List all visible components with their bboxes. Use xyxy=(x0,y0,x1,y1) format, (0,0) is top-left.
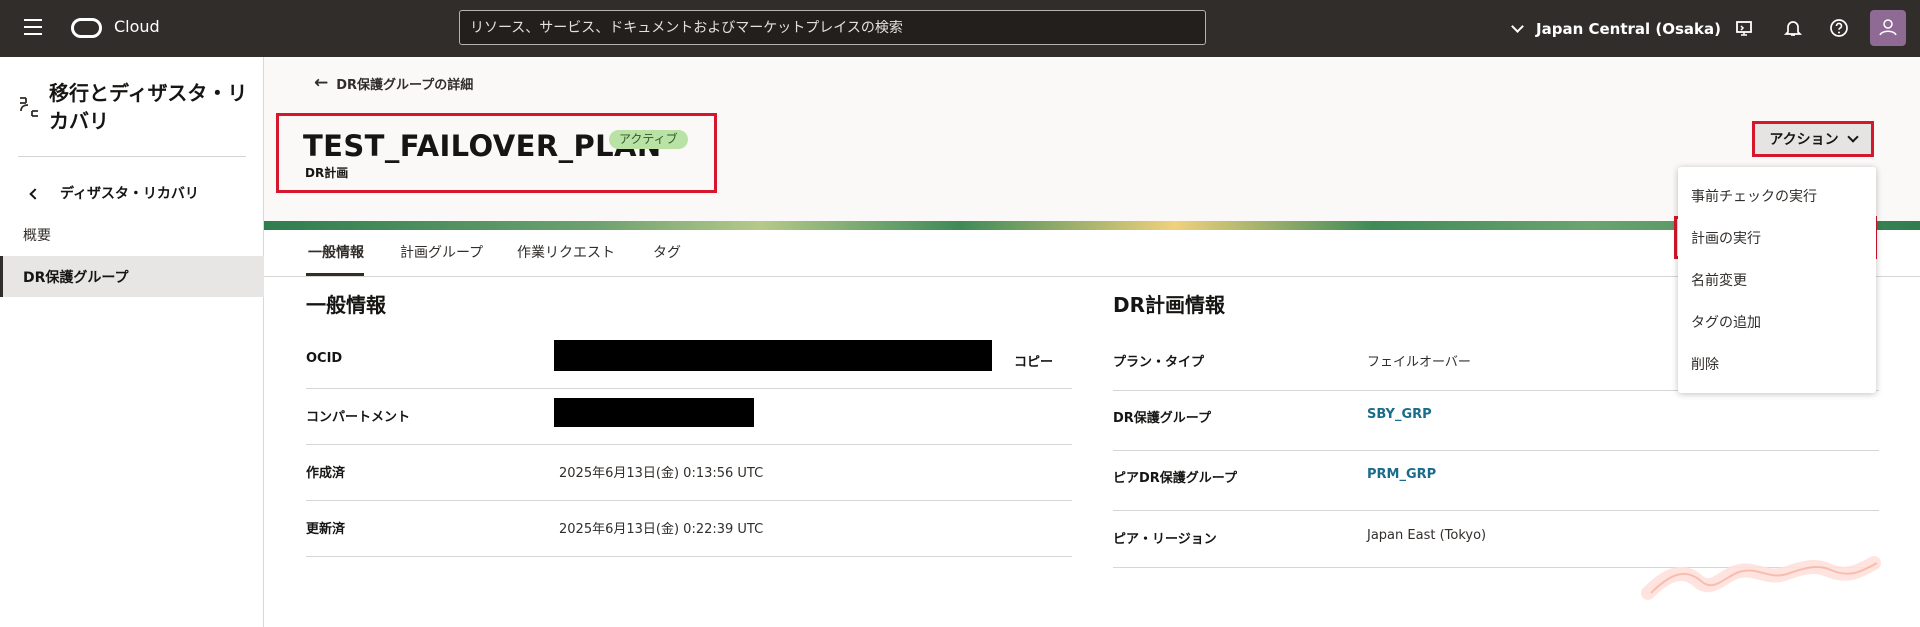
sidebar-item-overview[interactable]: 概要 xyxy=(23,225,51,245)
tab-work-requests[interactable]: 作業リクエスト xyxy=(517,242,615,262)
dr-plan-info-title: DR計画情報 xyxy=(1113,293,1226,317)
tab-general-info[interactable]: 一般情報 xyxy=(308,242,364,262)
updated-value: 2025年6月13日(金) 0:22:39 UTC xyxy=(559,522,764,537)
created-value: 2025年6月13日(金) 0:13:56 UTC xyxy=(559,466,764,481)
created-label: 作成済 xyxy=(306,466,346,481)
general-info-title: 一般情報 xyxy=(306,293,386,317)
watermark-logo xyxy=(1641,556,1881,600)
plan-type-label: プラン・タイプ xyxy=(1113,355,1205,370)
menu-item-run-precheck[interactable]: 事前チェックの実行 xyxy=(1691,186,1817,206)
region-label: Japan Central (Osaka) xyxy=(1536,20,1721,38)
disaster-recovery-back-link[interactable]: ディザスタ・リカバリ xyxy=(60,183,199,203)
help-icon[interactable] xyxy=(1829,18,1849,38)
dr-group-label: DR保護グループ xyxy=(1113,411,1212,426)
peer-dr-group-link[interactable]: PRM_GRP xyxy=(1367,467,1436,482)
chevron-left-icon[interactable] xyxy=(29,188,41,200)
actions-label: アクション xyxy=(1769,132,1839,148)
sidebar-item-dr-protection-groups[interactable]: DR保護グループ xyxy=(0,256,264,297)
row-divider xyxy=(306,500,1072,501)
decorative-banner xyxy=(264,221,1920,230)
tab-tags[interactable]: タグ xyxy=(653,242,681,262)
peer-dr-group-label: ピアDR保護グループ xyxy=(1113,471,1238,486)
copy-ocid-link[interactable]: コピー xyxy=(1014,351,1053,370)
details-tabs: 一般情報 計画グループ 作業リクエスト タグ xyxy=(264,230,1920,277)
peer-region-value: Japan East (Tokyo) xyxy=(1367,528,1487,543)
compartment-label: コンパートメント xyxy=(306,410,411,425)
redacted-ocid xyxy=(554,340,992,371)
menu-icon[interactable] xyxy=(24,19,42,35)
migration-service-icon xyxy=(20,97,38,117)
menu-item-delete[interactable]: 削除 xyxy=(1691,354,1719,374)
oracle-logo-icon[interactable] xyxy=(71,18,102,38)
ocid-label: OCID xyxy=(306,351,343,366)
row-divider xyxy=(1113,450,1879,451)
status-badge: アクティブ xyxy=(609,130,688,149)
tab-plan-groups[interactable]: 計画グループ xyxy=(400,242,483,262)
main-content: ← DR保護グループの詳細 TEST_FAILOVER_PLAN アクティブ D… xyxy=(264,57,1920,627)
user-avatar[interactable] xyxy=(1870,10,1906,46)
active-tab-indicator xyxy=(306,273,364,276)
arrow-left-icon: ← xyxy=(314,73,329,93)
redacted-compartment xyxy=(554,398,754,427)
search-field[interactable] xyxy=(459,10,1206,45)
actions-button[interactable]: アクション xyxy=(1752,121,1874,157)
plan-type-value: フェイルオーバー xyxy=(1367,355,1471,370)
page-title: TEST_FAILOVER_PLAN xyxy=(303,129,662,163)
search-input[interactable] xyxy=(470,20,1195,36)
back-to-dr-group-details[interactable]: ← DR保護グループの詳細 xyxy=(314,73,473,93)
left-sidebar: 移行とディザスタ・リカバリ ディザスタ・リカバリ 概要 DR保護グループ xyxy=(0,57,264,627)
row-divider xyxy=(1113,510,1879,511)
resource-type-label: DR計画 xyxy=(305,166,349,180)
top-navigation-bar: Cloud Japan Central (Osaka) xyxy=(0,0,1920,57)
cloud-shell-icon[interactable] xyxy=(1734,18,1754,38)
actions-dropdown-menu: 事前チェックの実行 計画の実行 名前変更 タグの追加 削除 xyxy=(1678,167,1876,393)
row-divider xyxy=(306,388,1072,389)
chevron-down-icon xyxy=(1511,20,1524,33)
breadcrumb-label: DR保護グループの詳細 xyxy=(336,77,474,93)
menu-item-rename[interactable]: 名前変更 xyxy=(1691,270,1747,290)
menu-item-add-tags[interactable]: タグの追加 xyxy=(1691,312,1761,332)
peer-region-label: ピア・リージョン xyxy=(1113,532,1217,547)
chevron-down-icon xyxy=(1846,131,1859,143)
cloud-home-link[interactable]: Cloud xyxy=(114,17,160,36)
sidebar-item-label: DR保護グループ xyxy=(23,270,129,286)
service-title: 移行とディザスタ・リカバリ xyxy=(49,81,248,133)
dr-group-link[interactable]: SBY_GRP xyxy=(1367,407,1432,422)
row-divider xyxy=(306,444,1072,445)
menu-item-run-plan[interactable]: 計画の実行 xyxy=(1691,228,1761,248)
region-selector[interactable]: Japan Central (Osaka) xyxy=(1511,17,1721,41)
row-divider xyxy=(306,556,1072,557)
updated-label: 更新済 xyxy=(306,522,346,537)
sidebar-divider xyxy=(18,156,246,157)
notification-bell-icon[interactable] xyxy=(1783,18,1803,38)
user-icon xyxy=(1879,19,1897,36)
